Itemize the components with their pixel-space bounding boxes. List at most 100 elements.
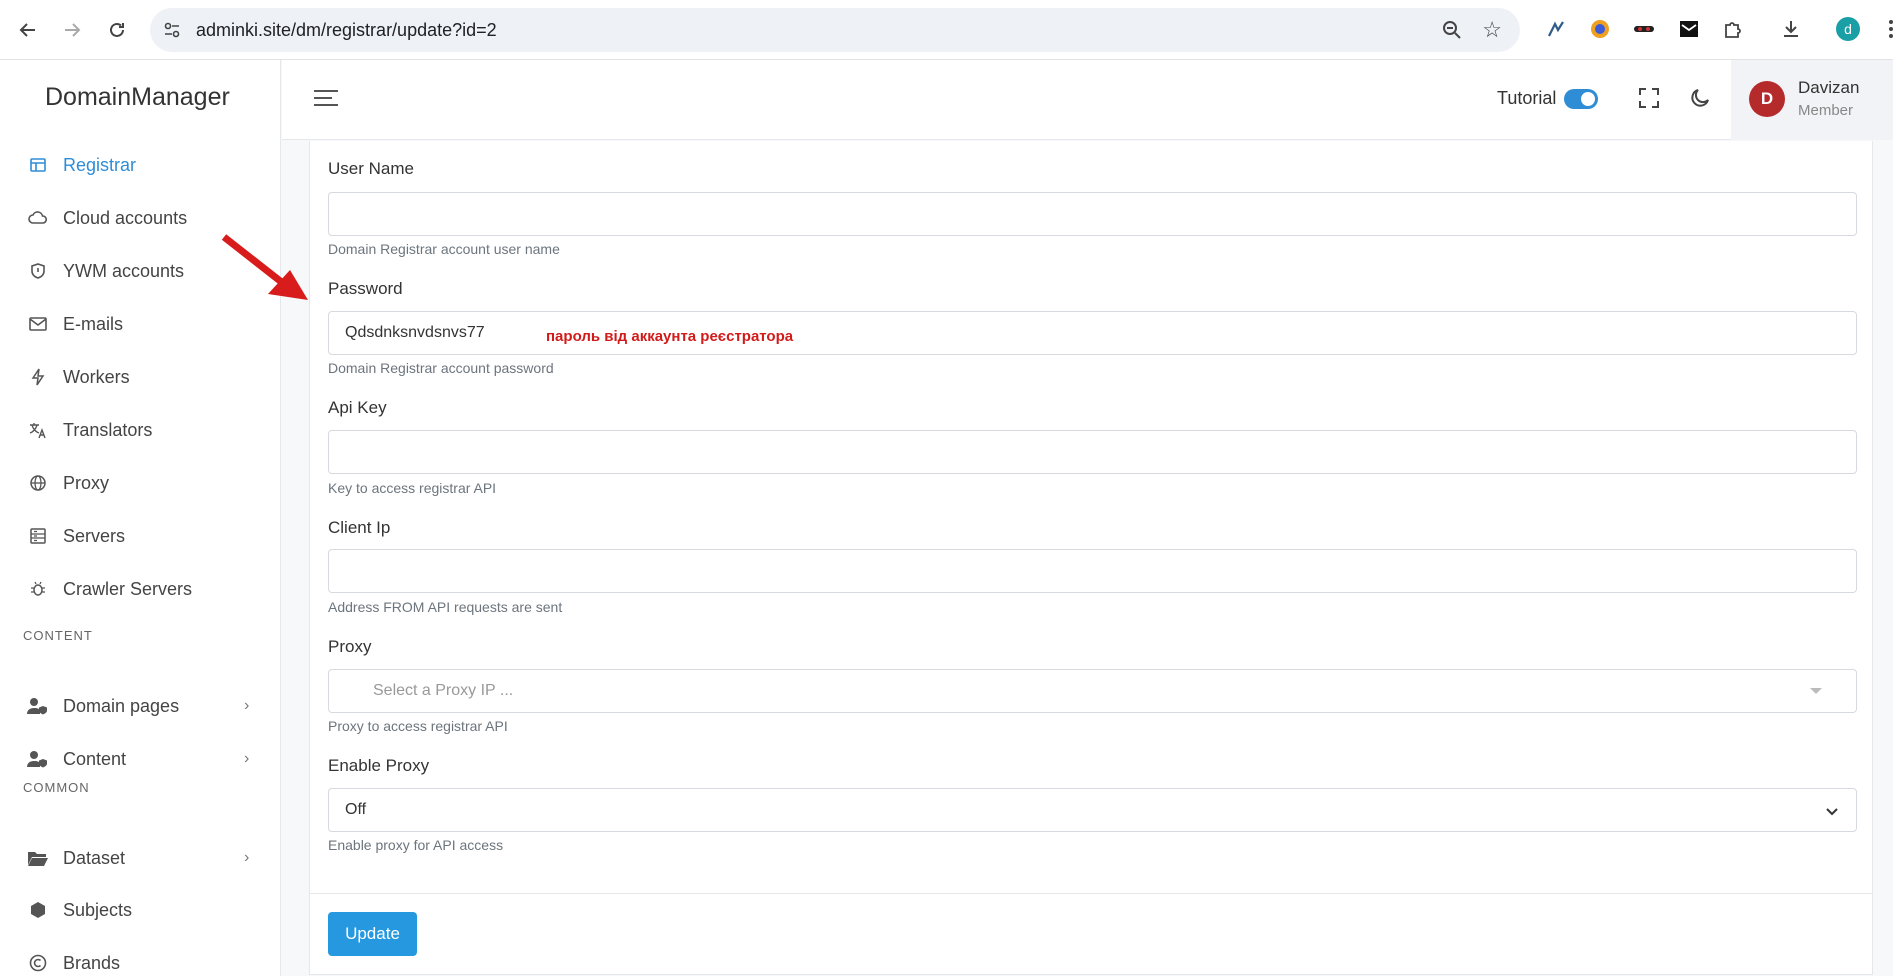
sidebar-item-brands[interactable]: Brands (0, 943, 281, 976)
fullscreen-icon[interactable] (1637, 86, 1663, 112)
back-icon[interactable] (14, 16, 42, 44)
sidebar-item-label: Brands (63, 952, 121, 973)
shield-icon (27, 260, 49, 282)
sidebar-item-dataset[interactable]: Dataset › (0, 838, 281, 878)
sidebar-item-registrar[interactable]: Registrar (0, 145, 281, 185)
sidebar-item-translators[interactable]: Translators (0, 410, 281, 450)
user-name: Davizan (1798, 78, 1860, 97)
sidebar-item-label: Translators (63, 419, 153, 440)
chevron-right-icon: › (244, 697, 250, 714)
enable-proxy-label: Enable Proxy (328, 756, 430, 775)
extension-incognito-icon[interactable] (1631, 16, 1657, 42)
apikey-label: Api Key (328, 398, 387, 417)
sidebar: DomainManager Registrar Cloud accounts Y… (0, 60, 281, 976)
user-role: Member (1798, 102, 1854, 119)
copyright-icon (27, 952, 49, 974)
extension-graph-icon[interactable] (1543, 16, 1569, 42)
sidebar-item-label: Workers (63, 366, 130, 387)
sidebar-item-label: Proxy (63, 472, 110, 493)
mail-icon (27, 313, 49, 335)
tutorial-label: Tutorial (1497, 88, 1557, 108)
registrar-form: User Name Domain Registrar account user … (309, 141, 1873, 975)
address-bar[interactable]: adminki.site/dm/registrar/update?id=2 ☆ (150, 8, 1520, 52)
bookmark-star-icon[interactable]: ☆ (1482, 17, 1502, 43)
sidebar-item-proxy[interactable]: Proxy (0, 463, 281, 503)
enable-proxy-select[interactable]: Off (328, 788, 1857, 832)
clientip-help: Address FROM API requests are sent (328, 599, 563, 615)
url-text[interactable]: adminki.site/dm/registrar/update?id=2 (196, 20, 497, 41)
sidebar-item-label: Cloud accounts (63, 207, 188, 228)
download-icon[interactable] (1778, 16, 1804, 42)
sidebar-item-label: Registrar (63, 154, 137, 175)
extension-mail-icon[interactable] (1676, 16, 1702, 42)
reload-icon[interactable] (103, 16, 131, 44)
browser-menu-icon[interactable] (1878, 16, 1893, 42)
sidebar-item-label: E-mails (63, 313, 124, 334)
bolt-icon (27, 366, 49, 388)
username-label: User Name (328, 159, 414, 178)
proxy-help: Proxy to access registrar API (328, 718, 508, 734)
sidebar-section-content: CONTENT (23, 628, 93, 643)
sidebar-item-label: Crawler Servers (63, 578, 193, 599)
apikey-field[interactable] (328, 430, 1857, 474)
browser-toolbar: adminki.site/dm/registrar/update?id=2 ☆ … (0, 0, 1893, 60)
proxy-select[interactable]: Select a Proxy IP ... (328, 669, 1857, 713)
chevron-right-icon: › (244, 849, 250, 866)
red-arrow-annotation (221, 234, 308, 300)
sidebar-item-label: Domain pages (63, 695, 180, 716)
form-divider (310, 893, 1872, 894)
menu-toggle-icon[interactable] (314, 90, 338, 111)
sidebar-item-domain-pages[interactable]: Domain pages › (0, 686, 281, 726)
translate-icon (27, 419, 49, 441)
sidebar-item-crawler-servers[interactable]: Crawler Servers (0, 569, 281, 609)
sidebar-item-servers[interactable]: Servers (0, 516, 281, 556)
enable-proxy-value: Off (345, 801, 367, 818)
cloud-icon (27, 207, 49, 229)
folder-icon (27, 847, 49, 869)
user-shield-icon (27, 695, 49, 717)
sidebar-item-label: Subjects (63, 899, 133, 920)
avatar: D (1749, 81, 1785, 117)
top-header: Tutorial D Davizan Member (282, 60, 1893, 140)
server-icon (27, 525, 49, 547)
sidebar-item-subjects[interactable]: Subjects (0, 890, 281, 930)
chevron-down-icon (1826, 808, 1838, 816)
update-button[interactable]: Update (328, 912, 417, 956)
enable-proxy-help: Enable proxy for API access (328, 837, 504, 853)
zoom-icon[interactable] (1440, 18, 1464, 42)
dark-mode-moon-icon[interactable] (1688, 86, 1714, 112)
sidebar-item-e-mails[interactable]: E-mails (0, 304, 281, 344)
password-help: Domain Registrar account password (328, 360, 554, 376)
site-settings-icon[interactable] (162, 20, 182, 40)
apikey-help: Key to access registrar API (328, 480, 497, 496)
proxy-label: Proxy (328, 637, 372, 656)
password-label: Password (328, 279, 403, 298)
proxy-placeholder: Select a Proxy IP ... (373, 682, 514, 699)
extensions-puzzle-icon[interactable] (1720, 16, 1746, 42)
tutorial-toggle[interactable] (1564, 89, 1598, 109)
sidebar-item-workers[interactable]: Workers (0, 357, 281, 397)
bug-icon (27, 578, 49, 600)
brand-title[interactable]: DomainManager (45, 83, 230, 112)
caret-down-icon (1810, 688, 1822, 694)
username-field[interactable] (328, 192, 1857, 236)
globe-icon (27, 472, 49, 494)
extension-browser-icon[interactable] (1587, 16, 1613, 42)
user-shield-icon (27, 748, 49, 770)
password-annotation: пароль від аккаунта реєстратора (546, 328, 794, 345)
hexagon-icon (27, 899, 49, 921)
browser-profile-avatar[interactable]: d (1836, 17, 1860, 41)
sidebar-section-common: COMMON (23, 780, 90, 795)
window-icon (27, 154, 49, 176)
sidebar-item-label: YWM accounts (63, 260, 185, 281)
user-menu[interactable]: D Davizan Member (1731, 60, 1893, 140)
sidebar-item-content[interactable]: Content › (0, 739, 281, 779)
sidebar-item-label: Content (63, 748, 127, 769)
sidebar-item-label: Servers (63, 525, 126, 546)
clientip-field[interactable] (328, 549, 1857, 593)
sidebar-item-label: Dataset (63, 847, 126, 868)
clientip-label: Client Ip (328, 518, 391, 537)
username-help: Domain Registrar account user name (328, 241, 560, 257)
chevron-right-icon: › (244, 750, 250, 767)
forward-icon[interactable] (58, 16, 86, 44)
